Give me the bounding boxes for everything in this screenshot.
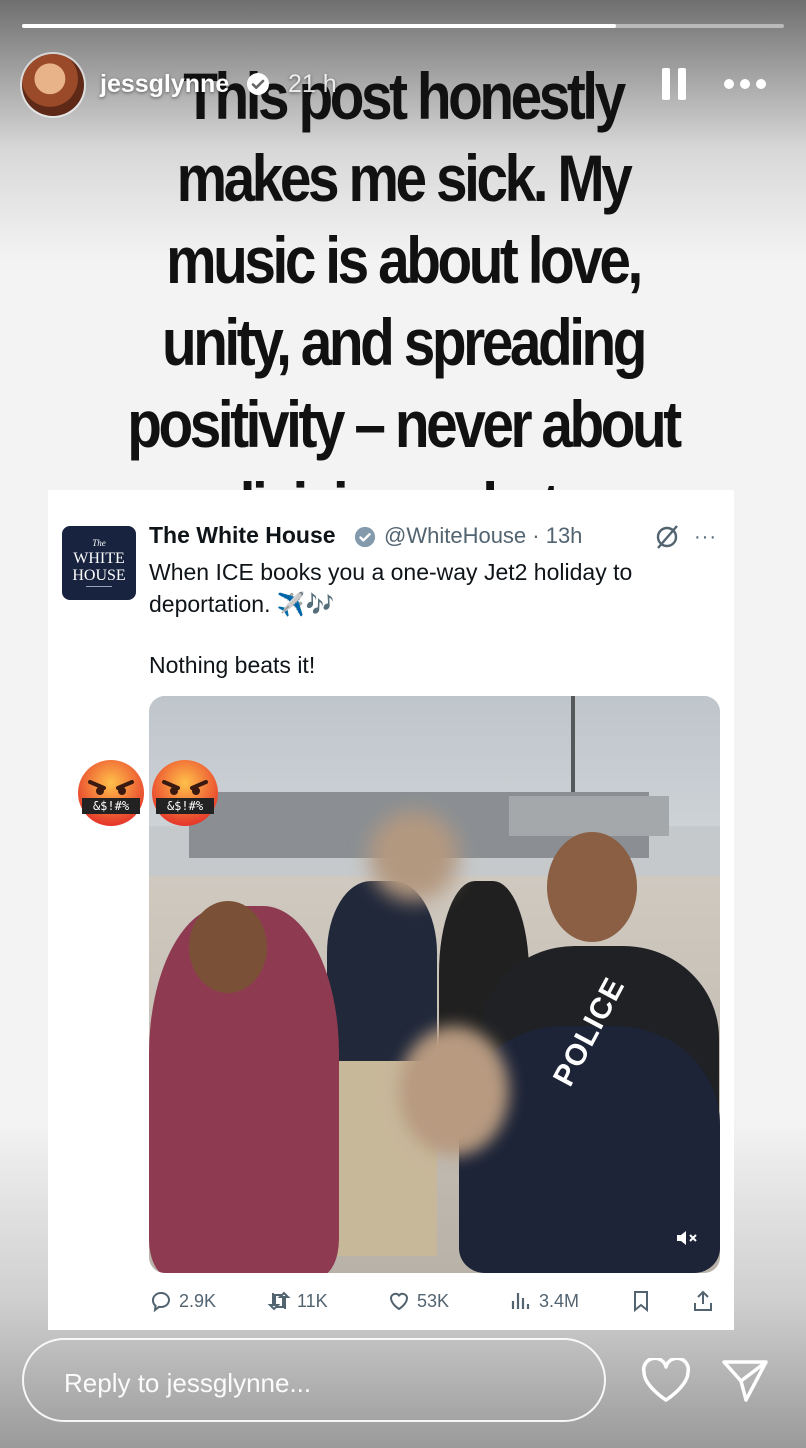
tweet-card: The WHITE HOUSE The White House @WhiteHo… — [48, 490, 734, 1330]
story-progress-fill — [22, 24, 617, 28]
tweet-actions: 2.9K 11K 53K 3.4M — [149, 1286, 729, 1316]
story-headline: This post honestly makes me sick. My mus… — [127, 59, 682, 543]
logo-rule — [86, 586, 112, 587]
view-count: 3.4M — [509, 1286, 579, 1316]
like-icon — [389, 1292, 409, 1311]
media-person-officer — [327, 881, 437, 1061]
reply-placeholder: Reply to jessglynne... — [64, 1368, 312, 1398]
story-view: This post honestly makes me sick. My mus… — [0, 0, 806, 1448]
angry-face-sticker-icon[interactable]: &$!#% — [150, 758, 220, 828]
like-count: 53K — [387, 1286, 449, 1316]
send-icon[interactable] — [720, 1356, 770, 1404]
sticker-label: &$!#% — [93, 799, 130, 813]
verified-badge-icon — [247, 73, 269, 95]
more-options-icon[interactable] — [724, 76, 768, 92]
avatar[interactable] — [22, 54, 84, 116]
tweet-video: POLICE — [149, 696, 720, 1273]
logo-text: WHITE HOUSE — [72, 550, 126, 584]
tweet-text-second: Nothing beats it! — [149, 652, 316, 678]
white-house-logo: The WHITE HOUSE — [62, 526, 136, 600]
retweet-icon — [267, 1291, 291, 1311]
sticker-label: &$!#% — [167, 799, 204, 813]
like-story-heart-icon[interactable] — [640, 1358, 692, 1404]
view-count-label: 3.4M — [539, 1290, 580, 1311]
verified-badge-icon — [354, 526, 376, 548]
tweet-handle-time: @WhiteHouse · 13h — [384, 523, 583, 548]
retweet-count-label: 11K — [297, 1290, 328, 1311]
media-blurred-face-2 — [369, 811, 459, 901]
mute-icon — [677, 1231, 697, 1245]
bookmark-icon — [634, 1291, 648, 1313]
share-icon — [694, 1290, 712, 1311]
pause-icon[interactable] — [662, 68, 686, 100]
comment-icon — [152, 1292, 170, 1313]
reply-count-label: 2.9K — [179, 1290, 217, 1311]
views-icon — [511, 1293, 530, 1309]
username[interactable]: jessglynne — [100, 70, 229, 99]
media-person-head-2 — [189, 901, 267, 993]
story-time: 21 h — [288, 70, 337, 98]
reply-input[interactable]: Reply to jessglynne... — [22, 1338, 606, 1422]
grok-icon — [656, 525, 678, 549]
media-building-2 — [509, 796, 669, 836]
media-blurred-face — [399, 1026, 509, 1156]
media-person-head — [547, 832, 637, 942]
logo-small-text: The — [92, 538, 106, 548]
tweet-text: When ICE books you a one-way Jet2 holida… — [149, 559, 633, 617]
retweet-count: 11K — [267, 1286, 328, 1316]
tweet-more-icon: ··· — [694, 526, 717, 548]
story-progress-bar — [22, 24, 784, 28]
like-count-label: 53K — [417, 1290, 450, 1311]
reply-count: 2.9K — [149, 1286, 216, 1316]
angry-face-sticker-icon[interactable]: &$!#% — [76, 758, 146, 828]
tweet-author-name: The White House — [149, 522, 336, 548]
